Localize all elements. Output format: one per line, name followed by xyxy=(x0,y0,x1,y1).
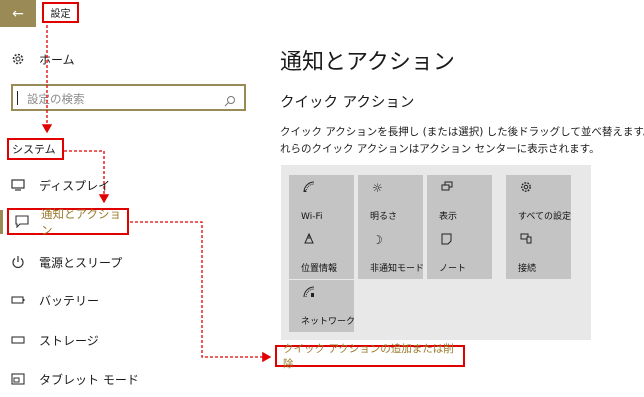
location-icon xyxy=(303,232,315,248)
sidebar-item-battery[interactable]: バッテリー xyxy=(10,291,99,309)
sidebar-item-home[interactable]: ホーム xyxy=(10,50,75,68)
app-title: 設定 xyxy=(42,2,79,23)
sidebar-item-storage[interactable]: ストレージ xyxy=(10,331,99,349)
sidebar-item-label: バッテリー xyxy=(39,293,100,308)
tile-label: 表示 xyxy=(439,212,458,222)
quick-action-quiet-hours[interactable]: ☽ 非通知モード xyxy=(358,227,425,279)
sidebar-item-tablet-mode[interactable]: タブレット モード xyxy=(10,370,139,388)
connect-icon xyxy=(520,233,532,247)
quiet-hours-icon: ☽ xyxy=(372,233,383,247)
storage-icon xyxy=(10,332,26,348)
sidebar-item-label: ディスプレイ xyxy=(39,178,111,193)
tile-label: 明るさ xyxy=(370,212,398,222)
quick-action-location[interactable]: 位置情報 xyxy=(289,227,354,279)
sidebar-item-notifications[interactable]: 通知とアクション xyxy=(7,206,129,237)
sidebar-item-display[interactable]: ディスプレイ xyxy=(10,176,110,194)
quick-action-project[interactable]: 表示 xyxy=(427,175,492,227)
sidebar-item-label: ホーム xyxy=(39,52,75,67)
tile-label: 位置情報 xyxy=(301,264,338,274)
note-icon xyxy=(441,233,452,248)
settings-icon xyxy=(520,181,532,196)
sidebar-category-system[interactable]: システム xyxy=(7,138,64,160)
tablet-mode-icon xyxy=(10,371,26,387)
selection-indicator xyxy=(0,210,3,234)
sidebar-item-label: 通知とアクション xyxy=(41,206,121,237)
tile-label: すべての設定 xyxy=(518,212,572,222)
quick-action-brightness[interactable]: ☼ 明るさ xyxy=(358,175,423,227)
search-input[interactable]: 設定の検索 xyxy=(11,84,246,111)
sidebar-item-label: ストレージ xyxy=(39,333,99,348)
back-button[interactable]: ← xyxy=(0,0,36,27)
network-icon xyxy=(303,286,315,301)
quick-action-network[interactable]: ネットワーク xyxy=(289,280,356,332)
text-cursor xyxy=(17,91,18,105)
page-title: 通知とアクション xyxy=(280,50,455,75)
quick-action-wifi[interactable]: Wi-Fi xyxy=(289,175,354,227)
power-icon xyxy=(10,254,26,270)
gear-icon xyxy=(10,51,26,67)
add-remove-quick-actions-link[interactable]: クイック アクションの追加または削除 xyxy=(275,343,465,370)
project-icon xyxy=(441,181,453,195)
tile-label: 接続 xyxy=(518,264,537,274)
search-placeholder: 設定の検索 xyxy=(27,92,85,106)
back-arrow-icon: ← xyxy=(12,5,24,22)
tile-label: ネットワーク xyxy=(301,317,356,327)
section-description: クイック アクションを長押し (または選択) した後ドラッグして並べ替えます。こ… xyxy=(280,124,644,158)
sidebar-item-power[interactable]: 電源とスリープ xyxy=(10,253,122,271)
tile-label: ノート xyxy=(439,264,467,274)
section-title: クイック アクション xyxy=(280,95,415,111)
sidebar-item-label: タブレット モード xyxy=(39,372,139,387)
description-line: れらのクイック アクションはアクション センターに表示されます。 xyxy=(280,143,600,155)
quick-action-note[interactable]: ノート xyxy=(427,227,492,279)
description-line: クイック アクションを長押し (または選択) した後ドラッグして並べ替えます。こ xyxy=(280,126,644,138)
sidebar-item-label: 電源とスリープ xyxy=(39,255,123,270)
tile-label: Wi-Fi xyxy=(301,212,323,222)
display-icon xyxy=(10,177,26,193)
tile-label: 非通知モード xyxy=(370,264,425,274)
notification-icon xyxy=(14,214,29,230)
quick-action-all-settings[interactable]: すべての設定 xyxy=(506,175,571,227)
brightness-icon: ☼ xyxy=(372,181,383,195)
quick-action-connect[interactable]: 接続 xyxy=(506,227,571,279)
search-icon[interactable] xyxy=(224,92,236,111)
wifi-icon xyxy=(303,181,315,196)
battery-icon xyxy=(10,292,26,308)
